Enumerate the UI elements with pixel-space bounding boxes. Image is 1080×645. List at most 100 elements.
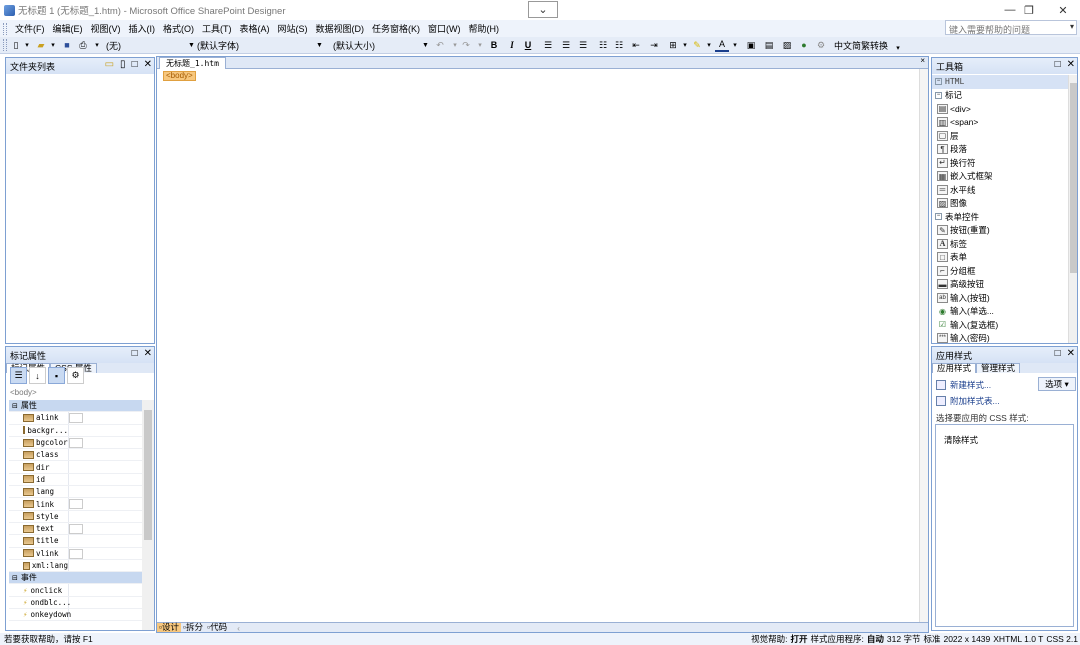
hyperlink-icon[interactable]: ● — [797, 38, 811, 52]
menu-view[interactable]: 视图(V) — [87, 22, 125, 35]
attribute-row[interactable]: link — [9, 498, 147, 511]
font-select[interactable]: (默认字体) ▼ — [195, 39, 323, 52]
color-swatch[interactable] — [69, 499, 83, 510]
chevron-down-icon[interactable]: ▾ — [49, 38, 57, 52]
chevron-down-icon[interactable]: ▾ — [23, 38, 31, 52]
app-icon[interactable] — [4, 4, 15, 16]
toolbox-item-layer[interactable]: ▢ 层 — [932, 129, 1068, 143]
toolbox-item-label[interactable]: A 标签 — [932, 237, 1068, 251]
color-swatch[interactable] — [69, 413, 83, 424]
close-button[interactable]: ✕ — [1046, 0, 1080, 20]
underline-icon[interactable]: U — [522, 38, 534, 52]
italic-icon[interactable]: I — [506, 38, 518, 52]
event-row[interactable]: ⚡ onkeydown — [9, 609, 147, 622]
align-right-icon[interactable]: ☰ — [576, 38, 590, 52]
style-app-value[interactable]: 自动 — [867, 633, 884, 645]
font-size-select[interactable]: (默认大小) ▼ — [331, 39, 429, 52]
document-editor[interactable]: 无标题_1.htm × <body> ▫设计 ▫拆分 ▫代码 ‹ — [156, 56, 929, 633]
attribute-row[interactable]: xml:lang — [9, 559, 147, 573]
menu-format[interactable]: 格式(O) — [159, 22, 198, 35]
toolbox-item-paragraph[interactable]: ¶ 段落 — [932, 143, 1068, 157]
section-header[interactable]: ⊟ 事件 — [9, 572, 147, 585]
maximize-icon[interactable]: □ — [132, 59, 138, 70]
category-html[interactable]: − HTML — [932, 75, 1068, 89]
menu-edit[interactable]: 编辑(E) — [49, 22, 87, 35]
menu-data-view[interactable]: 数据视图(D) — [312, 22, 369, 35]
toolbox-item-reset-button[interactable]: ✎ 按钮(重置) — [932, 224, 1068, 238]
toolbox-item-group-box[interactable]: ⌐ 分组框 — [932, 264, 1068, 278]
tab-split[interactable]: ▫拆分 — [181, 623, 205, 632]
toolbox-item-line-break[interactable]: ↵ 换行符 — [932, 156, 1068, 170]
toolbox-item-horizontal-line[interactable]: ═ 水平线 — [932, 183, 1068, 197]
menu-window[interactable]: 窗口(W) — [424, 22, 465, 35]
options-button[interactable]: 选项 ▾ — [1038, 377, 1076, 391]
new-style-link[interactable]: 新建样式... — [936, 379, 991, 391]
tab-manage-styles[interactable]: 管理样式 — [976, 363, 1021, 373]
doc-schema[interactable]: XHTML 1.0 T — [993, 634, 1043, 644]
attribute-row[interactable]: title — [9, 535, 147, 548]
attribute-row[interactable]: style — [9, 510, 147, 523]
scrollbar-thumb[interactable] — [144, 410, 152, 540]
color-swatch[interactable] — [69, 437, 83, 448]
toolbox-item-input-password[interactable]: *** 输入(密码) — [932, 332, 1068, 343]
sort-az-icon[interactable]: ↓ — [29, 367, 46, 384]
style-select[interactable]: (无) ▼ — [104, 39, 196, 52]
align-center-icon[interactable]: ☰ — [559, 38, 573, 52]
open-folder-icon[interactable]: ▰ — [34, 38, 48, 52]
maximize-icon[interactable]: □ — [132, 348, 138, 359]
chevron-down-icon[interactable]: ▾ — [92, 38, 102, 52]
bullet-list-icon[interactable]: ☷ — [612, 38, 626, 52]
redo-icon[interactable]: ↷ — [460, 38, 472, 52]
picture-icon[interactable]: ▨ — [780, 38, 794, 52]
tab-design[interactable]: ▫设计 — [157, 623, 182, 632]
toolbox-item-input-checkbox[interactable]: ☑ 输入(复选框) — [932, 318, 1068, 332]
highlight-icon[interactable]: ✎ — [690, 38, 704, 52]
category-form-controls[interactable]: − 表单控件 — [932, 210, 1068, 224]
attribute-row[interactable]: backgr... — [9, 424, 147, 437]
toolbox-item-image[interactable]: ▨ 图像 — [932, 197, 1068, 211]
menu-table[interactable]: 表格(A) — [236, 22, 274, 35]
scrollbar-thumb[interactable] — [1070, 83, 1077, 273]
font-color-icon[interactable]: A — [715, 38, 729, 52]
attribute-row[interactable]: id — [9, 473, 147, 487]
new-page-icon[interactable]: ▯ — [120, 59, 126, 70]
borders-icon[interactable]: ⊞ — [666, 38, 680, 52]
menu-task-pane[interactable]: 任务窗格(K) — [368, 22, 424, 35]
close-icon[interactable]: × — [920, 56, 925, 65]
close-icon[interactable]: ✕ — [144, 59, 152, 70]
menu-insert[interactable]: 插入(I) — [125, 22, 160, 35]
event-row[interactable]: ⚡ ondblc... — [9, 596, 147, 610]
category-tags[interactable]: − 标记 — [932, 89, 1068, 103]
align-left-icon[interactable]: ☰ — [541, 38, 555, 52]
tab-code[interactable]: ▫代码 — [205, 623, 229, 632]
attribute-row[interactable]: dir — [9, 461, 147, 474]
chevron-down-icon[interactable]: ▾ — [451, 38, 459, 52]
attribute-row[interactable]: bgcolor — [9, 436, 147, 450]
close-icon[interactable]: ✕ — [1067, 59, 1075, 70]
color-swatch[interactable] — [69, 548, 83, 559]
chevron-down-icon[interactable]: ▾ — [1070, 22, 1074, 31]
attribute-row[interactable]: lang — [9, 486, 147, 499]
chinese-conversion-button[interactable]: 中文简繁转换 — [830, 38, 892, 52]
color-swatch[interactable] — [69, 523, 83, 534]
toolbox-item-input-radio[interactable]: ◉ 输入(单选... — [932, 305, 1068, 319]
tag-properties-icon[interactable]: ⚙ — [67, 367, 84, 384]
menu-tools[interactable]: 工具(T) — [198, 22, 236, 35]
css-version[interactable]: CSS 2.1 — [1046, 634, 1078, 644]
gear-icon[interactable]: ⚙ — [814, 38, 828, 52]
maximize-icon[interactable]: □ — [1055, 59, 1061, 70]
maximize-icon[interactable]: □ — [1055, 348, 1061, 359]
chevron-down-icon[interactable]: ⌄ — [528, 1, 558, 18]
menu-help[interactable]: 帮助(H) — [465, 22, 504, 35]
new-folder-icon[interactable]: ▭ — [105, 59, 114, 70]
event-row[interactable]: ⚡ onclick — [9, 584, 147, 597]
restore-button[interactable]: ❐ — [1012, 0, 1046, 20]
toolbox-item-span[interactable]: ▥ <span> — [932, 116, 1068, 130]
attribute-row[interactable]: class — [9, 449, 147, 462]
increase-indent-icon[interactable]: ⇥ — [647, 38, 661, 52]
chevron-down-icon[interactable]: ▾ — [476, 38, 484, 52]
chevron-down-icon[interactable]: ▾ — [705, 38, 713, 52]
toolbox-item-advanced-button[interactable]: ▬ 高级按钮 — [932, 278, 1068, 292]
attach-stylesheet-link[interactable]: 附加样式表... — [936, 395, 1000, 407]
grip-handle[interactable] — [3, 22, 7, 35]
